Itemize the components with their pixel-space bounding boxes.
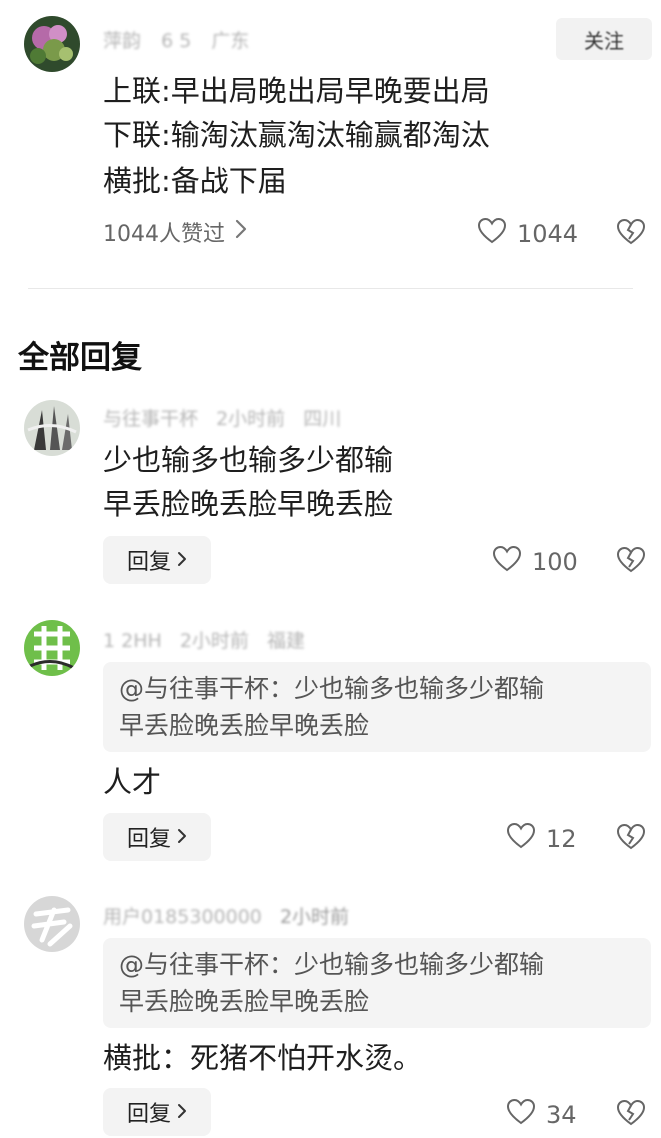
avatar[interactable]	[24, 400, 80, 456]
reply-button[interactable]: 回复	[103, 1088, 211, 1136]
username[interactable]: 1 2HH	[103, 630, 162, 652]
chevron-right-icon	[177, 1100, 187, 1124]
reply-button[interactable]: 回复	[103, 536, 211, 584]
dislike-button[interactable]	[616, 1099, 646, 1131]
username[interactable]: 与往事干杯	[103, 408, 198, 430]
section-title: 全部回复	[18, 340, 142, 376]
quoted-comment[interactable]: @与往事干杯：少也输多也输多少都输 早丢脸晚丢脸早晚丢脸	[103, 662, 651, 752]
timestamp: 2小时前	[279, 906, 350, 928]
broken-heart-icon	[616, 1099, 646, 1131]
like-count: 34	[546, 1101, 577, 1129]
reply-label: 回复	[126, 550, 171, 575]
reply-label: 回复	[126, 827, 171, 852]
heart-outline-icon	[477, 217, 507, 251]
like-count: 12	[546, 825, 577, 853]
avatar[interactable]	[24, 16, 80, 72]
reply-button[interactable]: 回复	[103, 813, 211, 861]
location: 四川	[303, 408, 342, 430]
chevron-right-icon	[177, 825, 187, 849]
reply-meta: 与往事干杯 2小时前 四川	[103, 404, 341, 431]
quote-line: @与往事干杯：少也输多也输多少都输	[119, 674, 545, 703]
chevron-right-icon	[177, 548, 187, 572]
reply-meta: 1 2HH 2小时前 福建	[103, 626, 305, 653]
like-button[interactable]: 12	[506, 822, 577, 856]
broken-heart-icon	[616, 546, 646, 578]
comment-line: 上联:早出局晚出局早晚要出局	[103, 74, 490, 108]
reply-line: 横批：死猪不怕开水烫。	[103, 1041, 423, 1075]
dislike-button[interactable]	[616, 823, 646, 855]
quote-line: @与往事干杯：少也输多也输多少都输	[119, 950, 545, 979]
reply-label: 回复	[126, 1102, 171, 1127]
chevron-right-icon	[235, 219, 247, 245]
avatar[interactable]	[24, 896, 80, 952]
dislike-button[interactable]	[616, 546, 646, 578]
like-count: 100	[532, 548, 578, 576]
timestamp: 2小时前	[179, 630, 249, 652]
like-button[interactable]: 100	[492, 545, 578, 579]
reply-meta: 用户0185300000 2小时前	[103, 902, 349, 929]
heart-outline-icon	[492, 545, 522, 579]
divider	[28, 288, 633, 289]
like-count: 1044	[517, 220, 579, 248]
reply-line: 人才	[103, 765, 162, 799]
timestamp: 2小时前	[216, 408, 286, 430]
quoted-comment[interactable]: @与往事干杯：少也输多也输多少都输 早丢脸晚丢脸早晚丢脸	[103, 938, 651, 1028]
username[interactable]: 萍韵	[103, 30, 141, 52]
like-button[interactable]: 1044	[477, 217, 578, 251]
quote-line: 早丢脸晚丢脸早晚丢脸	[119, 987, 370, 1016]
dislike-button[interactable]	[616, 218, 646, 250]
heart-outline-icon	[506, 822, 536, 856]
follow-label: 关注	[584, 28, 624, 53]
broken-heart-icon	[616, 823, 646, 855]
location: 福建	[266, 630, 305, 652]
follow-button[interactable]: 关注	[556, 18, 652, 60]
comment-meta: 萍韵 6 5 广东	[103, 26, 249, 53]
location: 广东	[211, 30, 250, 52]
heart-outline-icon	[506, 1098, 536, 1132]
like-button[interactable]: 34	[506, 1098, 577, 1132]
reply-line: 早丢脸晚丢脸早晚丢脸	[103, 487, 394, 521]
user-level: 6 5	[161, 30, 192, 52]
likes-summary: 1044人赞过	[103, 222, 225, 247]
username[interactable]: 用户0185300000	[103, 906, 262, 928]
comment-line: 下联:输淘汰赢淘汰输赢都淘汰	[103, 118, 490, 152]
likes-summary-link[interactable]: 1044人赞过	[103, 216, 247, 248]
broken-heart-icon	[616, 218, 646, 250]
quote-line: 早丢脸晚丢脸早晚丢脸	[119, 711, 370, 740]
comment-line: 横批:备战下届	[103, 164, 287, 198]
reply-line: 少也输多也输多少都输	[103, 443, 394, 477]
avatar[interactable]	[24, 620, 80, 676]
